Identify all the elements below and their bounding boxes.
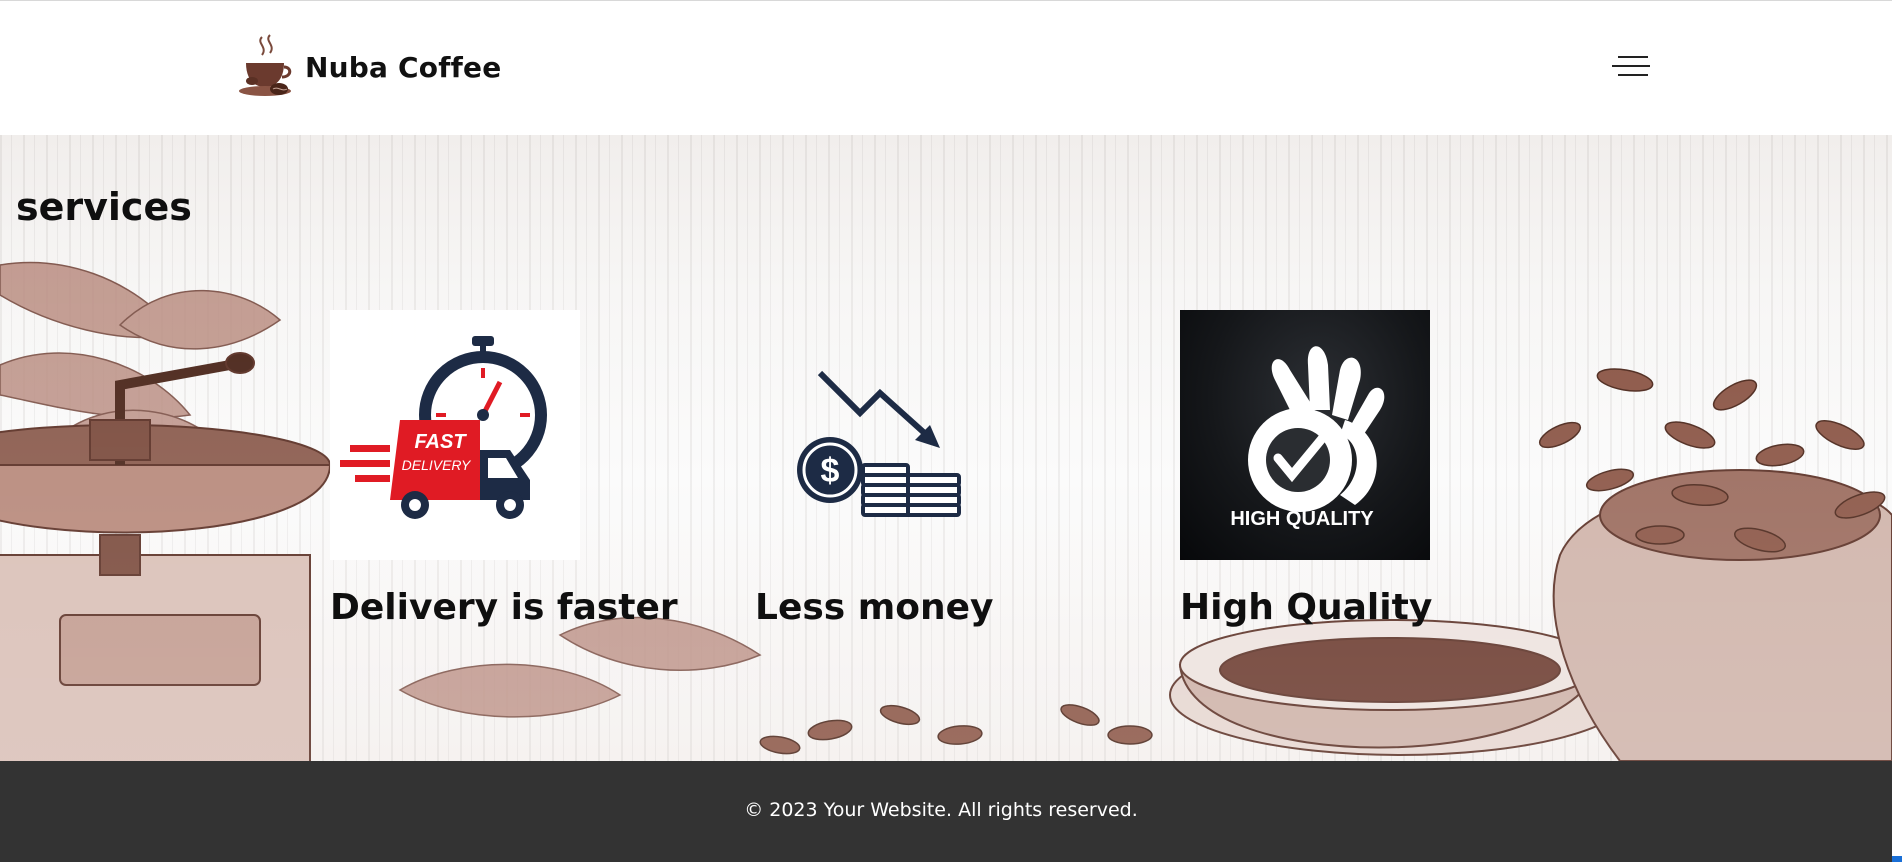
icon-text: FAST xyxy=(414,431,467,453)
services-section: services FAST DELIVERY Delivery is faste… xyxy=(0,135,1892,761)
service-card[interactable]: FAST DELIVERY Delivery is faster xyxy=(330,310,678,628)
coffee-cup-logo-icon[interactable] xyxy=(232,33,296,103)
brand-name[interactable]: Nuba Coffee xyxy=(305,51,501,84)
svg-text:$: $ xyxy=(821,452,840,490)
high-quality-ok-hand-icon: HIGH QUALITY xyxy=(1180,310,1430,560)
service-card[interactable]: HIGH QUALITY High Quality xyxy=(1180,310,1432,628)
page: Nuba Coffee services FAST DELIVERY Deliv… xyxy=(0,0,1892,862)
section-title: services xyxy=(16,185,192,229)
price-drop-coins-icon: $ xyxy=(755,310,1005,560)
service-title: High Quality xyxy=(1180,587,1433,628)
service-card[interactable]: $ Less money xyxy=(755,310,1005,628)
icon-text: HIGH QUALITY xyxy=(1230,508,1374,530)
site-header: Nuba Coffee xyxy=(0,0,1892,135)
fast-delivery-icon: FAST DELIVERY xyxy=(330,310,580,560)
service-title: Less money xyxy=(755,587,994,628)
menu-line xyxy=(1612,65,1650,67)
menu-line xyxy=(1618,56,1648,58)
icon-text: DELIVERY xyxy=(402,457,472,473)
service-title: Delivery is faster xyxy=(330,587,678,628)
site-footer: © 2023 Your Website. All rights reserved… xyxy=(0,761,1892,862)
copyright-text: © 2023 Your Website. All rights reserved… xyxy=(744,799,1138,821)
scrollbar-edge xyxy=(1892,0,1902,862)
scroll-indicator xyxy=(1892,856,1902,862)
hamburger-menu-icon[interactable] xyxy=(1612,51,1654,81)
menu-line xyxy=(1618,74,1648,76)
